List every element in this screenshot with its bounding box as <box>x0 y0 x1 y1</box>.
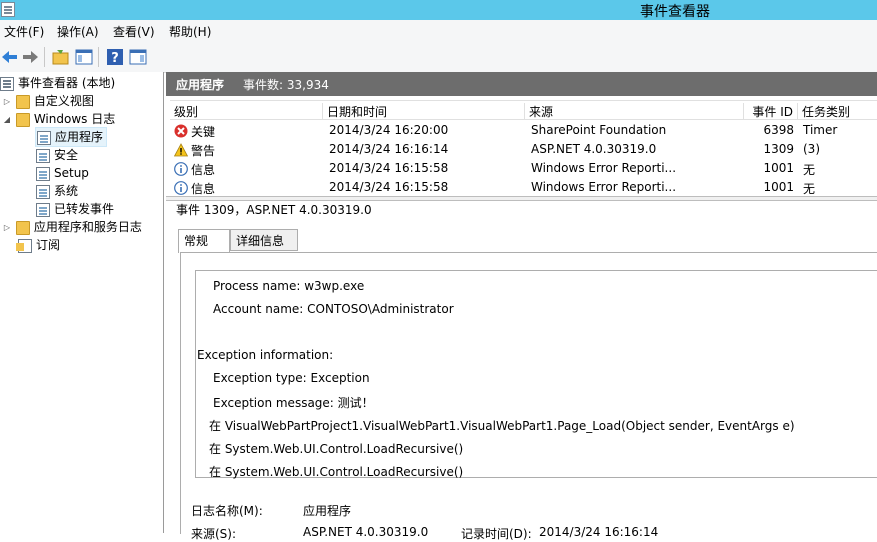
tree-item-forwarded-events[interactable]: 已转发事件 <box>36 200 114 218</box>
tree-item-security-log[interactable]: 安全 <box>36 146 78 164</box>
tree-item-subscriptions[interactable]: 订阅 <box>16 236 60 254</box>
svg-text:?: ? <box>111 51 119 66</box>
logged-value: 2014/3/24 16:16:14 <box>539 525 659 539</box>
folder-icon <box>15 112 30 127</box>
column-event-id[interactable]: 事件 ID <box>744 103 798 119</box>
column-level[interactable]: 级别 <box>170 103 323 119</box>
column-source[interactable]: 来源 <box>525 103 744 119</box>
detail-title: 事件 1309，ASP.NET 4.0.30319.0 <box>176 203 372 217</box>
tree-item-app-service-logs[interactable]: ▷ 应用程序和服务日志 <box>2 218 142 236</box>
folder-icon <box>15 220 30 235</box>
open-folder-icon[interactable] <box>51 47 71 67</box>
table-row[interactable]: 关键 2014/3/24 16:20:00 SharePoint Foundat… <box>170 121 877 140</box>
general-tab-panel: Process name: w3wp.exe Account name: CON… <box>180 252 877 541</box>
log-name-label: 日志名称(M): <box>191 504 263 518</box>
logged-label: 记录时间(D): <box>461 527 532 541</box>
show-hide-action-pane-icon[interactable] <box>128 47 148 67</box>
toolbar: ? <box>0 42 877 73</box>
info-icon <box>174 162 188 176</box>
navigation-tree: 事件查看器 (本地) ▷ 自定义视图 ◢ Windows 日志 应用程序 安全 … <box>0 72 164 533</box>
window-title: 事件查看器 <box>640 4 710 20</box>
folder-icon <box>15 94 30 109</box>
menu-bar: 文件(F) 操作(A) 查看(V) 帮助(H) <box>0 20 877 43</box>
tab-general[interactable]: 常规 <box>178 229 230 253</box>
table-row[interactable]: 信息 2014/3/24 16:15:58 Windows Error Repo… <box>170 159 877 178</box>
log-header: 应用程序 事件数: 33,934 <box>166 72 877 96</box>
tree-item-root[interactable]: 事件查看器 (本地) <box>0 74 115 92</box>
show-hide-tree-icon[interactable] <box>74 47 94 67</box>
info-icon <box>174 181 188 195</box>
help-icon[interactable]: ? <box>105 47 125 67</box>
event-viewer-icon <box>0 76 14 91</box>
menu-file[interactable]: 文件(F) <box>4 23 44 40</box>
event-count: 事件数: 33,934 <box>243 78 329 92</box>
tree-item-system-log[interactable]: 系统 <box>36 182 78 200</box>
title-bar: 事件查看器 <box>0 0 877 20</box>
log-title: 应用程序 <box>176 78 225 92</box>
expand-arrow-icon[interactable]: ▷ <box>2 219 12 237</box>
log-icon <box>36 166 50 181</box>
column-task-category[interactable]: 任务类别 <box>798 103 877 119</box>
event-viewer-app-icon[interactable] <box>1 2 15 17</box>
menu-view[interactable]: 查看(V) <box>113 23 155 40</box>
source-value: ASP.NET 4.0.30319.0 <box>303 525 429 539</box>
menu-help[interactable]: 帮助(H) <box>169 23 211 40</box>
tab-details[interactable]: 详细信息 <box>230 229 298 251</box>
source-label: 来源(S): <box>191 527 237 541</box>
warning-icon <box>174 143 188 157</box>
log-name-value: 应用程序 <box>303 504 352 518</box>
tree-item-windows-logs[interactable]: ◢ Windows 日志 <box>2 110 115 128</box>
log-icon <box>37 130 51 145</box>
critical-icon <box>174 124 188 138</box>
toolbar-separator <box>44 47 45 67</box>
log-icon <box>36 184 50 199</box>
tree-item-application-log[interactable]: 应用程序 <box>35 127 108 147</box>
log-icon <box>36 202 50 217</box>
main-pane: 应用程序 事件数: 33,934 级别 日期和时间 来源 事件 ID 任务类别 … <box>166 72 877 541</box>
menu-action[interactable]: 操作(A) <box>57 23 99 40</box>
column-datetime[interactable]: 日期和时间 <box>323 103 525 119</box>
forward-arrow-icon[interactable] <box>20 47 40 67</box>
expand-arrow-icon[interactable]: ▷ <box>2 93 12 111</box>
log-icon <box>36 148 50 163</box>
collapse-arrow-icon[interactable]: ◢ <box>2 111 12 129</box>
tree-item-custom-views[interactable]: ▷ 自定义视图 <box>2 92 94 110</box>
back-arrow-icon[interactable] <box>0 47 20 67</box>
table-row[interactable]: 信息 2014/3/24 16:15:58 Windows Error Repo… <box>170 178 877 197</box>
subscription-icon <box>16 238 32 253</box>
event-message-box[interactable]: Process name: w3wp.exe Account name: CON… <box>195 270 877 479</box>
grid-header: 级别 日期和时间 来源 事件 ID 任务类别 <box>170 101 877 120</box>
table-row[interactable]: 警告 2014/3/24 16:16:14 ASP.NET 4.0.30319.… <box>170 140 877 159</box>
tree-item-setup-log[interactable]: Setup <box>36 164 89 182</box>
toolbar-separator <box>98 47 99 67</box>
